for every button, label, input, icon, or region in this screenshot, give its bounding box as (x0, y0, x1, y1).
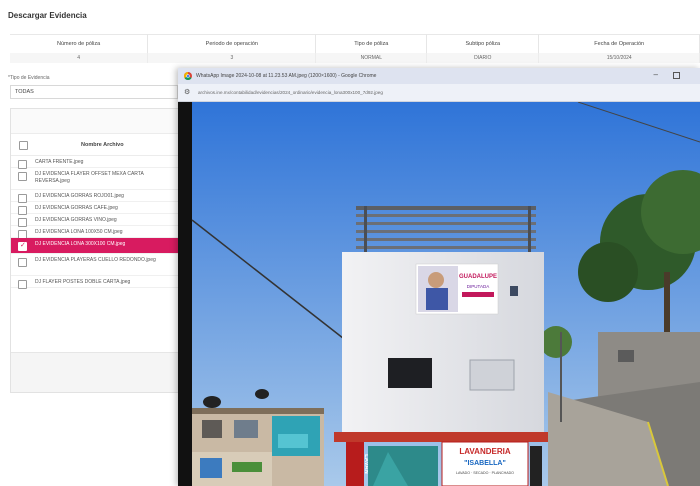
file-list-item[interactable]: CARTA FRENTE.jpeg (11, 156, 179, 169)
shop-sign-subtext: "ISABELLA" (464, 460, 506, 467)
file-name: DJ EVIDENCIA GORRAS CAFE.jpeg (35, 205, 118, 211)
file-list-item[interactable]: DJ EVIDENCIA LONA 300X100 CM.jpeg (11, 238, 179, 254)
window-title: WhatsApp Image 2024-10-08 at 11.23.53 AM… (196, 73, 377, 79)
file-list-item[interactable]: DJ EVIDENCIA LONA 100X50 CM.jpeg (11, 226, 179, 239)
file-name: DJ EVIDENCIA PLAYERAS CUELLO REDONDO.jpe… (35, 257, 156, 263)
file-name: DJ FLAYER POSTES DOBLE CARTA.jpeg (35, 279, 131, 285)
banner-text: GUADALUPE (459, 274, 497, 280)
shop-sign-small: LAVADO · SECADO · PLANCHADO (456, 471, 514, 475)
table-cell: DIARIO (426, 52, 540, 63)
chrome-icon (184, 72, 192, 80)
file-list-item[interactable]: DJ FLAYER POSTES DOBLE CARTA.jpeg (11, 276, 179, 289)
file-checkbox[interactable] (18, 258, 27, 267)
evidence-photo: GUADALUPE DIPUTADA LAVAN LAVANDERIA "ISA… (178, 102, 700, 486)
file-list-item[interactable]: DJ EVIDENCIA GORRAS CAFE.jpeg (11, 202, 179, 215)
file-name: CARTA FRENTE.jpeg (35, 159, 84, 165)
file-name: DJ EVIDENCIA FLAYER OFFSET MEXA CARTA RE… (35, 171, 144, 184)
file-name: DJ EVIDENCIA GORRAS VINO.jpeg (35, 217, 117, 223)
files-footer (11, 352, 179, 392)
policy-table-header-row: Número de póliza Periodo de operación Ti… (10, 34, 700, 53)
address-bar[interactable]: ⚙ archivos.ine.mx/contabilidad/evidencia… (178, 84, 700, 102)
select-all-checkbox[interactable] (19, 141, 28, 150)
table-cell: NORMAL (315, 52, 428, 63)
policy-table: Número de póliza Periodo de operación Ti… (10, 34, 700, 63)
column-header: Periodo de operación (147, 34, 317, 53)
table-row[interactable]: 4 3 NORMAL DIARIO 15/10/2024 (10, 52, 700, 63)
file-list-item[interactable]: DJ EVIDENCIA PLAYERAS CUELLO REDONDO.jpe… (11, 254, 179, 276)
window-titlebar: WhatsApp Image 2024-10-08 at 11.23.53 AM… (178, 68, 700, 84)
table-cell: 15/10/2024 (538, 52, 700, 63)
filename-column-header: Nombre Archivo (81, 142, 124, 148)
file-list-item[interactable]: DJ EVIDENCIA GORRAS ROJO01.jpeg (11, 190, 179, 203)
file-checkbox[interactable] (18, 280, 27, 289)
column-header: Fecha de Operación (538, 34, 700, 53)
evidence-photo-image: GUADALUPE DIPUTADA LAVAN LAVANDERIA "ISA… (178, 102, 700, 486)
file-list-item[interactable]: DJ EVIDENCIA FLAYER OFFSET MEXA CARTA RE… (11, 168, 179, 190)
table-cell: 4 (10, 52, 149, 63)
url-text[interactable]: archivos.ine.mx/contabilidad/evidencias/… (198, 90, 693, 95)
maximize-icon[interactable] (673, 72, 680, 79)
banner-subtext: DIPUTADA (467, 284, 489, 289)
files-header: Nombre Archivo (11, 134, 179, 156)
image-viewer-window: WhatsApp Image 2024-10-08 at 11.23.53 AM… (178, 68, 700, 486)
files-toolbar (11, 109, 179, 134)
file-name: DJ EVIDENCIA LONA 300X100 CM.jpeg (35, 241, 126, 247)
page-title: Descargar Evidencia (8, 11, 87, 20)
column-header: Tipo de póliza (315, 34, 428, 53)
evidence-type-label: *Tipo de Evidencia (8, 75, 50, 81)
minimize-icon[interactable]: – (654, 70, 658, 79)
files-panel: Nombre Archivo CARTA FRENTE.jpeg DJ EVIDE… (10, 108, 180, 393)
column-header: Número de póliza (10, 34, 149, 53)
file-name: DJ EVIDENCIA LONA 100X50 CM.jpeg (35, 229, 123, 235)
file-list-item[interactable]: DJ EVIDENCIA GORRAS VINO.jpeg (11, 214, 179, 227)
file-name: DJ EVIDENCIA GORRAS ROJO01.jpeg (35, 193, 124, 199)
file-list: CARTA FRENTE.jpeg DJ EVIDENCIA FLAYER OFF… (11, 156, 179, 289)
file-checkbox[interactable] (18, 241, 27, 251)
evidence-type-select[interactable]: TODAS (10, 85, 178, 99)
shop-sign-text: LAVANDERIA (459, 447, 510, 456)
table-cell: 3 (147, 52, 317, 63)
site-info-icon[interactable]: ⚙ (184, 88, 190, 96)
column-header: Subtipo póliza (426, 34, 540, 53)
file-checkbox[interactable] (18, 172, 27, 181)
